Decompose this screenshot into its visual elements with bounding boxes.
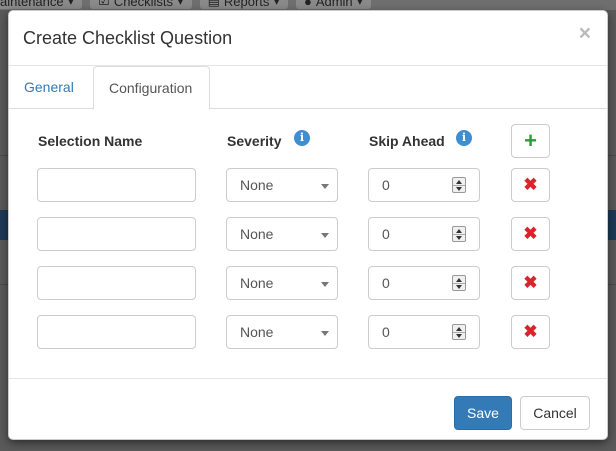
skip-ahead-input[interactable]: 0 [368, 266, 480, 300]
remove-selection-button[interactable]: ✖ [511, 315, 550, 349]
skip-ahead-value: 0 [382, 275, 390, 291]
spin-up-icon [456, 229, 462, 233]
selection-name-input[interactable] [37, 315, 196, 349]
spinner-arrows-icon[interactable] [452, 275, 466, 291]
remove-selection-button[interactable]: ✖ [511, 217, 550, 251]
skip-ahead-input[interactable]: 0 [368, 168, 480, 202]
bg-nav-admin: ● Admin ▾ [295, 0, 372, 9]
skip-ahead-input[interactable]: 0 [368, 315, 480, 349]
spin-down-icon [456, 236, 462, 240]
severity-selected-value: None [240, 177, 274, 193]
modal-footer: Save Cancel [9, 378, 607, 440]
skip-ahead-value: 0 [382, 324, 390, 340]
reports-icon: ▤ [207, 0, 220, 8]
spin-down-icon [456, 187, 462, 191]
modal-header: Create Checklist Question × [9, 11, 607, 66]
selection-row: None 0 ✖ [9, 168, 607, 202]
skip-ahead-value: 0 [382, 226, 390, 242]
create-checklist-question-modal: Create Checklist Question × General Conf… [8, 10, 608, 440]
selection-name-input[interactable] [37, 266, 196, 300]
selection-name-input[interactable] [37, 168, 196, 202]
skip-ahead-info-icon[interactable]: i [456, 130, 472, 146]
column-header-selection-name: Selection Name [38, 133, 143, 149]
spin-up-icon [456, 278, 462, 282]
severity-select[interactable]: None [226, 168, 338, 202]
severity-select[interactable]: None [226, 266, 338, 300]
remove-icon: ✖ [523, 175, 538, 194]
severity-select[interactable]: None [226, 315, 338, 349]
add-selection-button[interactable]: + [511, 124, 550, 158]
tab-configuration[interactable]: Configuration [93, 66, 210, 110]
spin-up-icon [456, 327, 462, 331]
background-navbar: aintenance ▾ ☑ Checklists ▾ ▤ Reports ▾ … [0, 0, 616, 10]
column-header-skip-ahead: Skip Ahead [369, 133, 445, 149]
caret-down-icon: ▾ [273, 0, 280, 8]
selection-name-input[interactable] [37, 217, 196, 251]
selection-row: None 0 ✖ [9, 315, 607, 349]
bg-nav-maintenance: aintenance ▾ [0, 0, 83, 9]
remove-icon: ✖ [523, 273, 538, 292]
spin-down-icon [456, 285, 462, 289]
selection-row: None 0 ✖ [9, 266, 607, 300]
modal-title: Create Checklist Question [23, 28, 233, 48]
cancel-button[interactable]: Cancel [520, 396, 590, 430]
spinner-arrows-icon[interactable] [452, 324, 466, 340]
selection-row: None 0 ✖ [9, 217, 607, 251]
spinner-arrows-icon[interactable] [452, 177, 466, 193]
spin-up-icon [456, 180, 462, 184]
plus-icon: + [524, 128, 537, 153]
column-header-severity: Severity [227, 133, 282, 149]
skip-ahead-input[interactable]: 0 [368, 217, 480, 251]
bg-nav-checklists: ☑ Checklists ▾ [90, 0, 192, 9]
close-icon[interactable]: × [579, 23, 591, 44]
caret-down-icon: ▾ [177, 0, 184, 8]
remove-icon: ✖ [523, 224, 538, 243]
checklist-icon: ☑ [98, 0, 110, 8]
chevron-down-icon [321, 233, 329, 238]
remove-selection-button[interactable]: ✖ [511, 168, 550, 202]
tab-general[interactable]: General [9, 66, 89, 109]
severity-info-icon[interactable]: i [294, 130, 310, 146]
bg-nav-reports: ▤ Reports ▾ [199, 0, 288, 9]
chevron-down-icon [321, 331, 329, 336]
caret-down-icon: ▾ [67, 0, 75, 8]
save-button[interactable]: Save [454, 396, 512, 430]
severity-selected-value: None [240, 324, 274, 340]
user-icon: ● [303, 0, 312, 9]
caret-down-icon: ▾ [356, 0, 364, 8]
severity-selected-value: None [240, 275, 274, 291]
chevron-down-icon [321, 282, 329, 287]
remove-selection-button[interactable]: ✖ [511, 266, 550, 300]
severity-select[interactable]: None [226, 217, 338, 251]
skip-ahead-value: 0 [382, 177, 390, 193]
spinner-arrows-icon[interactable] [452, 226, 466, 242]
remove-icon: ✖ [523, 322, 538, 341]
spin-down-icon [456, 334, 462, 338]
chevron-down-icon [321, 184, 329, 189]
severity-selected-value: None [240, 226, 274, 242]
tab-bar: General Configuration [9, 66, 607, 110]
